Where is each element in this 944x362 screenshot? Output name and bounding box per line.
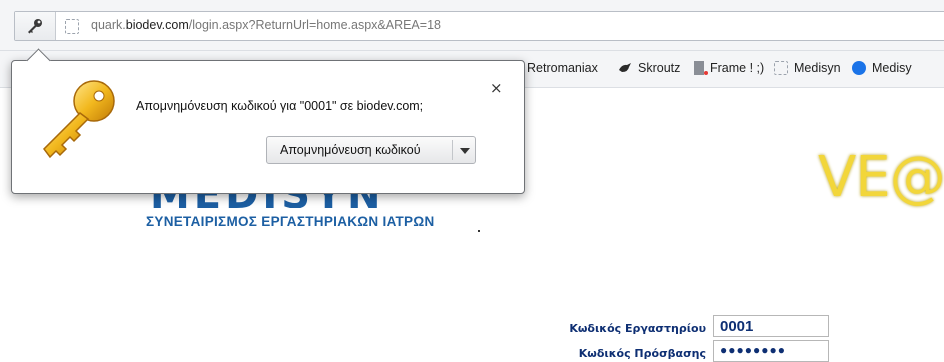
- save-password-button[interactable]: Απομνημόνευση κωδικού: [266, 136, 476, 164]
- close-icon[interactable]: ×: [490, 81, 503, 96]
- password-key-button[interactable]: [15, 12, 56, 40]
- bookmark-retromaniax[interactable]: Retromaniax: [527, 61, 598, 75]
- save-password-label: Απομνημόνευση κωδικού: [280, 143, 421, 157]
- logo-subtitle: ΣΥΝΕΤΑΙΡΙΣΜΟΣ ΕΡΓΑΣΤΗΡΙΑΚΩΝ ΙΑΤΡΩΝ: [146, 214, 435, 229]
- omnibox[interactable]: quark.biodev.com/login.aspx?ReturnUrl=ho…: [14, 11, 944, 41]
- address-bar: quark.biodev.com/login.aspx?ReturnUrl=ho…: [0, 0, 944, 51]
- bookmark-frame[interactable]: Frame ! ;): [694, 61, 764, 75]
- page-icon: [65, 19, 79, 34]
- frame-icon: [694, 61, 708, 75]
- save-password-message: Απομνημόνευση κωδικού για "0001" σε biod…: [136, 99, 424, 113]
- chevron-down-icon[interactable]: [460, 148, 470, 154]
- lab-code-input[interactable]: 0001: [713, 315, 829, 337]
- password-input[interactable]: ●●●●●●●●: [713, 340, 829, 362]
- bookmark-label: Frame ! ;): [710, 61, 765, 75]
- golden-key-icon: [43, 80, 115, 159]
- bookmark-label: Medisy: [872, 61, 912, 75]
- blue-dot-icon: [852, 61, 866, 75]
- button-separator: [452, 140, 453, 160]
- password-label: Κωδικός Πρόσβασης: [578, 347, 706, 360]
- skroutz-bird-icon: [619, 63, 631, 72]
- page-icon: [774, 61, 788, 75]
- url-text[interactable]: quark.biodev.com/login.aspx?ReturnUrl=ho…: [91, 18, 441, 32]
- veq-logo: VE@: [818, 145, 944, 210]
- key-icon: [28, 19, 42, 34]
- bookmark-medisy[interactable]: Medisy: [852, 61, 912, 75]
- bookmark-medisyn[interactable]: Medisyn: [774, 61, 841, 75]
- bookmark-skroutz[interactable]: Skroutz: [618, 61, 680, 75]
- save-password-bubble: Απομνημόνευση κωδικού για "0001" σε biod…: [11, 48, 525, 194]
- bookmark-label: Skroutz: [638, 61, 681, 75]
- logo-dot: [478, 230, 480, 232]
- lab-code-label: Κωδικός Εργαστηρίου: [569, 322, 706, 335]
- bookmark-label: Retromaniax: [527, 61, 598, 75]
- bookmark-label: Medisyn: [794, 61, 841, 75]
